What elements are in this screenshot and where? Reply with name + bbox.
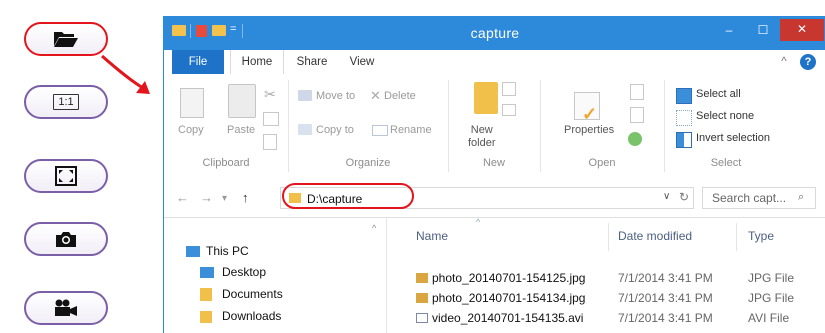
select-none-icon bbox=[676, 110, 692, 126]
close-button[interactable]: ✕ bbox=[780, 19, 824, 41]
table-row[interactable]: photo_20140701-154125.jpg 7/1/2014 3:41 … bbox=[386, 268, 825, 288]
ribbon-tabs: File Home Share View ^ ? bbox=[164, 50, 825, 75]
nav-item-downloads[interactable]: Downloads bbox=[222, 309, 281, 323]
navigation-pane: ^ This PC Desktop Documents Downloads bbox=[164, 217, 387, 333]
forward-button[interactable]: → bbox=[200, 190, 213, 205]
column-type[interactable]: Type bbox=[748, 229, 774, 243]
invert-selection-icon bbox=[676, 132, 692, 148]
rename-button[interactable]: Rename bbox=[390, 124, 432, 136]
collapse-ribbon-icon[interactable]: ^ bbox=[776, 50, 792, 74]
paste-shortcut-icon[interactable] bbox=[263, 134, 277, 150]
file-type: JPG File bbox=[748, 291, 795, 305]
address-bar-row: ← → ▾ ↑ D:\capture ∨ ↻ Search capt... ⌕ bbox=[164, 179, 825, 218]
desktop-icon bbox=[200, 267, 214, 278]
file-name: photo_20140701-154134.jpg bbox=[432, 291, 586, 305]
nav-item-this-pc[interactable]: This PC bbox=[206, 244, 249, 258]
tab-file[interactable]: File bbox=[172, 50, 224, 74]
tab-home[interactable]: Home bbox=[230, 50, 284, 75]
nav-item-documents[interactable]: Documents bbox=[222, 287, 283, 301]
address-dropdown-icon[interactable]: ∨ bbox=[663, 191, 670, 202]
new-folder-button[interactable]: New folder bbox=[468, 124, 496, 150]
column-name[interactable]: Name bbox=[416, 229, 448, 243]
file-explorer-window: = capture – ☐ ✕ File Home Share View ^ ?… bbox=[163, 16, 825, 333]
file-name: photo_20140701-154125.jpg bbox=[432, 271, 586, 285]
this-pc-icon bbox=[186, 246, 200, 257]
snapshot-button[interactable] bbox=[24, 222, 108, 256]
title-bar: = capture – ☐ ✕ bbox=[164, 16, 825, 50]
select-all-button[interactable]: Select all bbox=[696, 88, 741, 100]
camera-icon bbox=[56, 232, 76, 247]
back-button[interactable]: ← bbox=[176, 190, 189, 205]
documents-icon bbox=[200, 288, 212, 301]
cut-icon[interactable]: ✂ bbox=[264, 86, 276, 103]
ribbon: Copy Paste ✂ Clipboard Move to ✕ Delete … bbox=[164, 74, 825, 180]
actual-size-button[interactable]: 1:1 bbox=[24, 85, 108, 119]
search-icon[interactable]: ⌕ bbox=[798, 191, 804, 204]
open-folder-button[interactable] bbox=[24, 22, 108, 56]
organize-group-label: Organize bbox=[345, 157, 391, 169]
sort-indicator-icon: ^ bbox=[476, 217, 481, 227]
file-date: 7/1/2014 3:41 PM bbox=[618, 291, 713, 305]
open-group-label: Open bbox=[588, 157, 616, 169]
recent-locations-icon[interactable]: ▾ bbox=[222, 193, 227, 204]
up-button[interactable]: ↑ bbox=[242, 190, 249, 205]
avi-file-icon bbox=[416, 313, 428, 323]
fullscreen-icon bbox=[55, 166, 77, 186]
copy-to-button[interactable]: Copy to bbox=[316, 124, 354, 136]
paste-icon[interactable] bbox=[228, 84, 256, 118]
open-icon[interactable] bbox=[630, 84, 644, 100]
column-date-modified[interactable]: Date modified bbox=[618, 229, 692, 243]
invert-selection-button[interactable]: Invert selection bbox=[696, 132, 770, 144]
jpg-file-icon bbox=[416, 273, 428, 283]
record-button[interactable] bbox=[24, 291, 108, 325]
nav-item-desktop[interactable]: Desktop bbox=[222, 265, 266, 279]
move-to-button[interactable]: Move to bbox=[316, 90, 355, 102]
copy-path-icon[interactable] bbox=[263, 112, 279, 126]
jpg-file-icon bbox=[416, 293, 428, 303]
file-type: AVI File bbox=[748, 311, 790, 325]
folder-open-icon bbox=[54, 32, 78, 47]
select-group-label: Select bbox=[710, 157, 742, 169]
copy-button[interactable]: Copy bbox=[178, 124, 204, 136]
scroll-up-icon[interactable]: ^ bbox=[372, 223, 376, 233]
history-icon[interactable] bbox=[628, 132, 642, 146]
file-list: ^ Name Date modified Type photo_20140701… bbox=[386, 217, 825, 333]
copy-icon[interactable] bbox=[180, 88, 204, 118]
paste-button[interactable]: Paste bbox=[227, 124, 255, 136]
downloads-icon bbox=[200, 311, 212, 323]
tab-share[interactable]: Share bbox=[290, 50, 334, 74]
file-date: 7/1/2014 3:41 PM bbox=[618, 271, 713, 285]
capture-toolbar: 1:1 bbox=[0, 0, 160, 333]
table-row[interactable]: photo_20140701-154134.jpg 7/1/2014 3:41 … bbox=[386, 288, 825, 308]
easy-access-icon[interactable] bbox=[502, 104, 516, 116]
tab-view[interactable]: View bbox=[342, 50, 382, 74]
clipboard-group-label: Clipboard bbox=[202, 157, 250, 169]
one-to-one-icon: 1:1 bbox=[53, 94, 79, 110]
new-group-label: New bbox=[482, 157, 505, 169]
file-type: JPG File bbox=[748, 271, 795, 285]
maximize-button[interactable]: ☐ bbox=[746, 20, 780, 42]
move-to-icon bbox=[298, 90, 312, 101]
file-date: 7/1/2014 3:41 PM bbox=[618, 311, 713, 325]
properties-button[interactable]: Properties bbox=[564, 124, 614, 136]
delete-icon: ✕ bbox=[370, 88, 381, 103]
copy-to-icon bbox=[298, 124, 312, 135]
edit-icon[interactable] bbox=[630, 107, 644, 123]
fullscreen-button[interactable] bbox=[24, 159, 108, 193]
new-item-icon[interactable] bbox=[502, 82, 516, 96]
video-camera-icon bbox=[55, 299, 77, 316]
select-none-button[interactable]: Select none bbox=[696, 110, 754, 122]
select-all-icon bbox=[676, 88, 692, 104]
new-folder-icon[interactable] bbox=[474, 82, 498, 114]
rename-icon bbox=[372, 125, 388, 136]
address-highlight bbox=[282, 183, 414, 209]
minimize-button[interactable]: – bbox=[712, 20, 746, 42]
help-icon[interactable]: ? bbox=[800, 54, 816, 70]
delete-button[interactable]: Delete bbox=[384, 90, 416, 102]
table-row[interactable]: video_20140701-154135.avi 7/1/2014 3:41 … bbox=[386, 308, 825, 328]
refresh-icon[interactable]: ↻ bbox=[679, 190, 689, 204]
file-name: video_20140701-154135.avi bbox=[432, 311, 584, 325]
